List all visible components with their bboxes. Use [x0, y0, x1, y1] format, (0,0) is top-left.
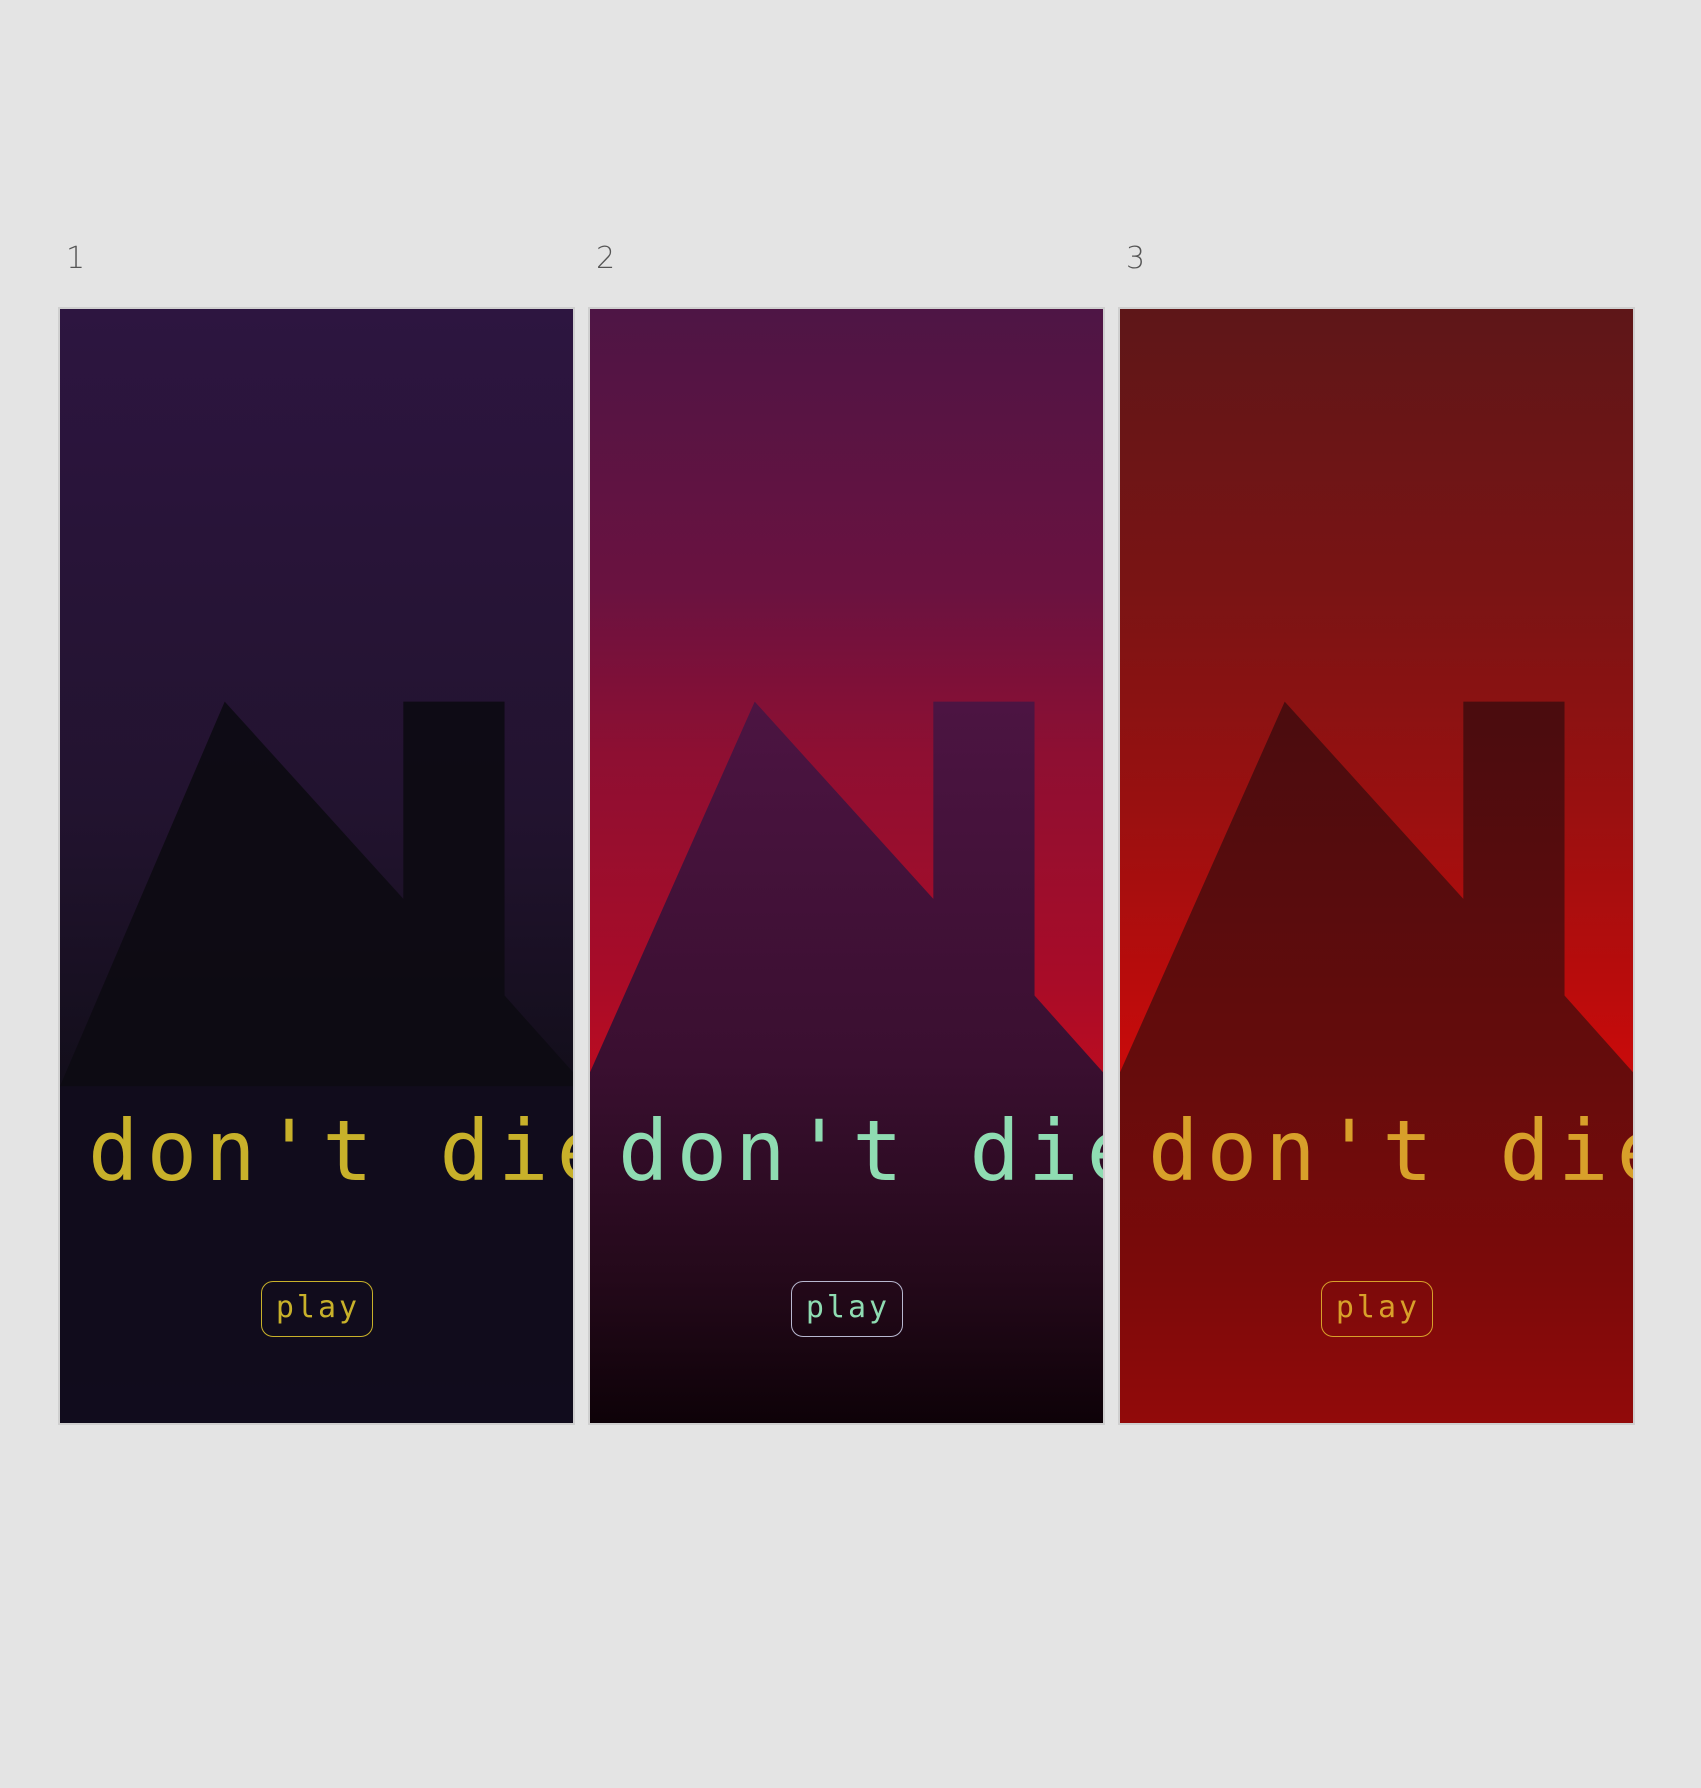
game-screen-2: don't die. play [588, 307, 1105, 1425]
game-title: don't die. [88, 1102, 573, 1200]
artboard-number-1: 1 [66, 241, 86, 276]
play-button[interactable]: play [790, 1281, 903, 1337]
game-title: don't die. [1148, 1102, 1633, 1200]
game-title: don't die. [618, 1102, 1103, 1200]
play-button[interactable]: play [1320, 1281, 1433, 1337]
artboard-number-2: 2 [596, 241, 616, 276]
play-button[interactable]: play [260, 1281, 373, 1337]
artboard-number-3: 3 [1126, 241, 1146, 276]
game-screen-1: don't die. play [58, 307, 575, 1425]
house-silhouette [1120, 701, 1633, 1423]
house-silhouette [60, 701, 573, 1423]
game-screen-3: don't die. play [1118, 307, 1635, 1425]
house-silhouette [590, 701, 1103, 1423]
